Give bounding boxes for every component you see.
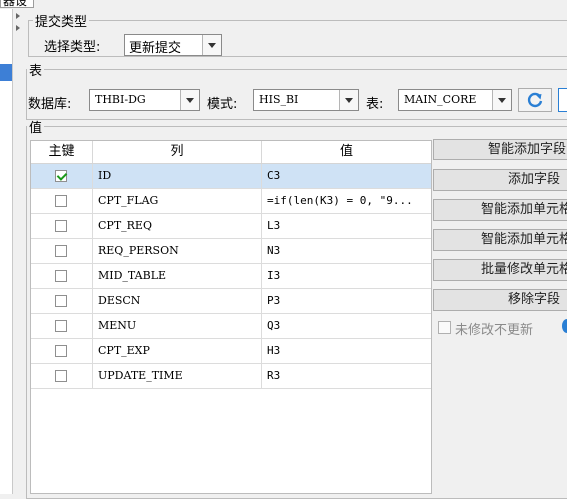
table-header: 主键 列 值: [31, 141, 431, 164]
primary-key-checkbox[interactable]: [55, 370, 67, 382]
primary-key-checkbox[interactable]: [55, 220, 67, 232]
column-name-cell[interactable]: ID: [93, 164, 262, 188]
no-update-label: 未修改不更新: [455, 323, 534, 338]
value-cell[interactable]: C3: [262, 164, 431, 188]
database-select[interactable]: THBI-DG: [89, 89, 200, 111]
fields-table: 主键 列 值 ID C3 CPT_FLAG =if(len(K3) = 0, "9..…: [30, 140, 432, 494]
column-header-column[interactable]: 列: [93, 141, 262, 163]
table-row[interactable]: CPT_REQ L3: [31, 214, 431, 239]
table-row[interactable]: CPT_EXP H3: [31, 339, 431, 364]
value-cell[interactable]: =if(len(K3) = 0, "9...: [262, 189, 431, 213]
chevron-down-icon[interactable]: [492, 90, 511, 110]
submit-type-legend: 提交类型: [35, 15, 88, 30]
submit-type-value: 更新提交: [129, 41, 182, 56]
table-row[interactable]: UPDATE_TIME R3: [31, 364, 431, 389]
column-name-cell[interactable]: CPT_FLAG: [93, 189, 262, 213]
batch-modify-cell-button[interactable]: 批量修改单元格: [433, 259, 567, 281]
primary-key-checkbox[interactable]: [55, 245, 67, 257]
table-legend: 表: [29, 64, 43, 79]
schema-value: HIS_BI: [259, 93, 299, 106]
refresh-button[interactable]: [518, 88, 552, 112]
key-cell: [31, 239, 93, 263]
chevron-down-icon[interactable]: [180, 90, 199, 110]
value-cell[interactable]: I3: [262, 264, 431, 288]
column-header-value[interactable]: 值: [262, 141, 431, 163]
expand-icon[interactable]: [16, 13, 20, 19]
key-cell: [31, 164, 93, 188]
chevron-down-icon[interactable]: [202, 35, 221, 55]
smart-add-cell-button-2[interactable]: 智能添加单元格: [433, 229, 567, 251]
add-field-button[interactable]: 添加字段: [433, 169, 567, 191]
remove-field-button[interactable]: 移除字段: [433, 289, 567, 311]
value-cell[interactable]: N3: [262, 239, 431, 263]
key-cell: [31, 364, 93, 388]
value-cell[interactable]: Q3: [262, 314, 431, 338]
key-cell: [31, 264, 93, 288]
primary-key-checkbox[interactable]: [55, 170, 67, 182]
table-row[interactable]: MENU Q3: [31, 314, 431, 339]
value-cell[interactable]: R3: [262, 364, 431, 388]
smart-add-cell-button[interactable]: 智能添加单元格: [433, 199, 567, 221]
refresh-icon: [527, 92, 543, 108]
database-value: THBI-DG: [95, 93, 146, 106]
smart-add-field-button[interactable]: 智能添加字段: [433, 139, 567, 160]
value-cell[interactable]: H3: [262, 339, 431, 363]
table-value: MAIN_CORE: [404, 93, 477, 106]
column-name-cell[interactable]: MENU: [93, 314, 262, 338]
table-row[interactable]: MID_TABLE I3: [31, 264, 431, 289]
primary-key-checkbox[interactable]: [55, 295, 67, 307]
column-name-cell[interactable]: UPDATE_TIME: [93, 364, 262, 388]
database-label: 数据库:: [28, 97, 72, 112]
submit-type-group: 提交类型: [28, 11, 567, 57]
table-label: 表:: [366, 97, 384, 112]
help-icon[interactable]: [562, 319, 567, 333]
primary-key-checkbox[interactable]: [55, 345, 67, 357]
no-update-checkbox[interactable]: [438, 321, 451, 334]
key-cell: [31, 339, 93, 363]
key-cell: [31, 214, 93, 238]
primary-key-checkbox[interactable]: [55, 270, 67, 282]
table-select[interactable]: MAIN_CORE: [398, 89, 512, 111]
column-name-cell[interactable]: CPT_EXP: [93, 339, 262, 363]
expand-icon[interactable]: [16, 25, 20, 31]
submit-type-select[interactable]: 更新提交: [124, 34, 222, 56]
column-name-cell[interactable]: MID_TABLE: [93, 264, 262, 288]
key-cell: [31, 289, 93, 313]
primary-key-checkbox[interactable]: [55, 195, 67, 207]
table-row[interactable]: CPT_FLAG =if(len(K3) = 0, "9...: [31, 189, 431, 214]
settings-tab[interactable]: 器设置: [0, 0, 34, 8]
value-cell[interactable]: L3: [262, 214, 431, 238]
table-row[interactable]: DESCN P3: [31, 289, 431, 314]
primary-key-checkbox[interactable]: [55, 320, 67, 332]
schema-label: 模式:: [207, 97, 238, 112]
values-legend: 值: [29, 121, 43, 136]
extra-button[interactable]: [558, 88, 567, 112]
key-cell: [31, 189, 93, 213]
tree-selected-item[interactable]: [0, 64, 12, 81]
key-cell: [31, 314, 93, 338]
column-name-cell[interactable]: REQ_PERSON: [93, 239, 262, 263]
select-type-label: 选择类型:: [44, 40, 101, 55]
column-header-key[interactable]: 主键: [31, 141, 93, 163]
column-name-cell[interactable]: DESCN: [93, 289, 262, 313]
value-cell[interactable]: P3: [262, 289, 431, 313]
chevron-down-icon[interactable]: [339, 90, 358, 110]
column-name-cell[interactable]: CPT_REQ: [93, 214, 262, 238]
left-tree-strip: [0, 9, 13, 494]
table-row[interactable]: REQ_PERSON N3: [31, 239, 431, 264]
table-row[interactable]: ID C3: [31, 164, 431, 189]
schema-select[interactable]: HIS_BI: [253, 89, 359, 111]
